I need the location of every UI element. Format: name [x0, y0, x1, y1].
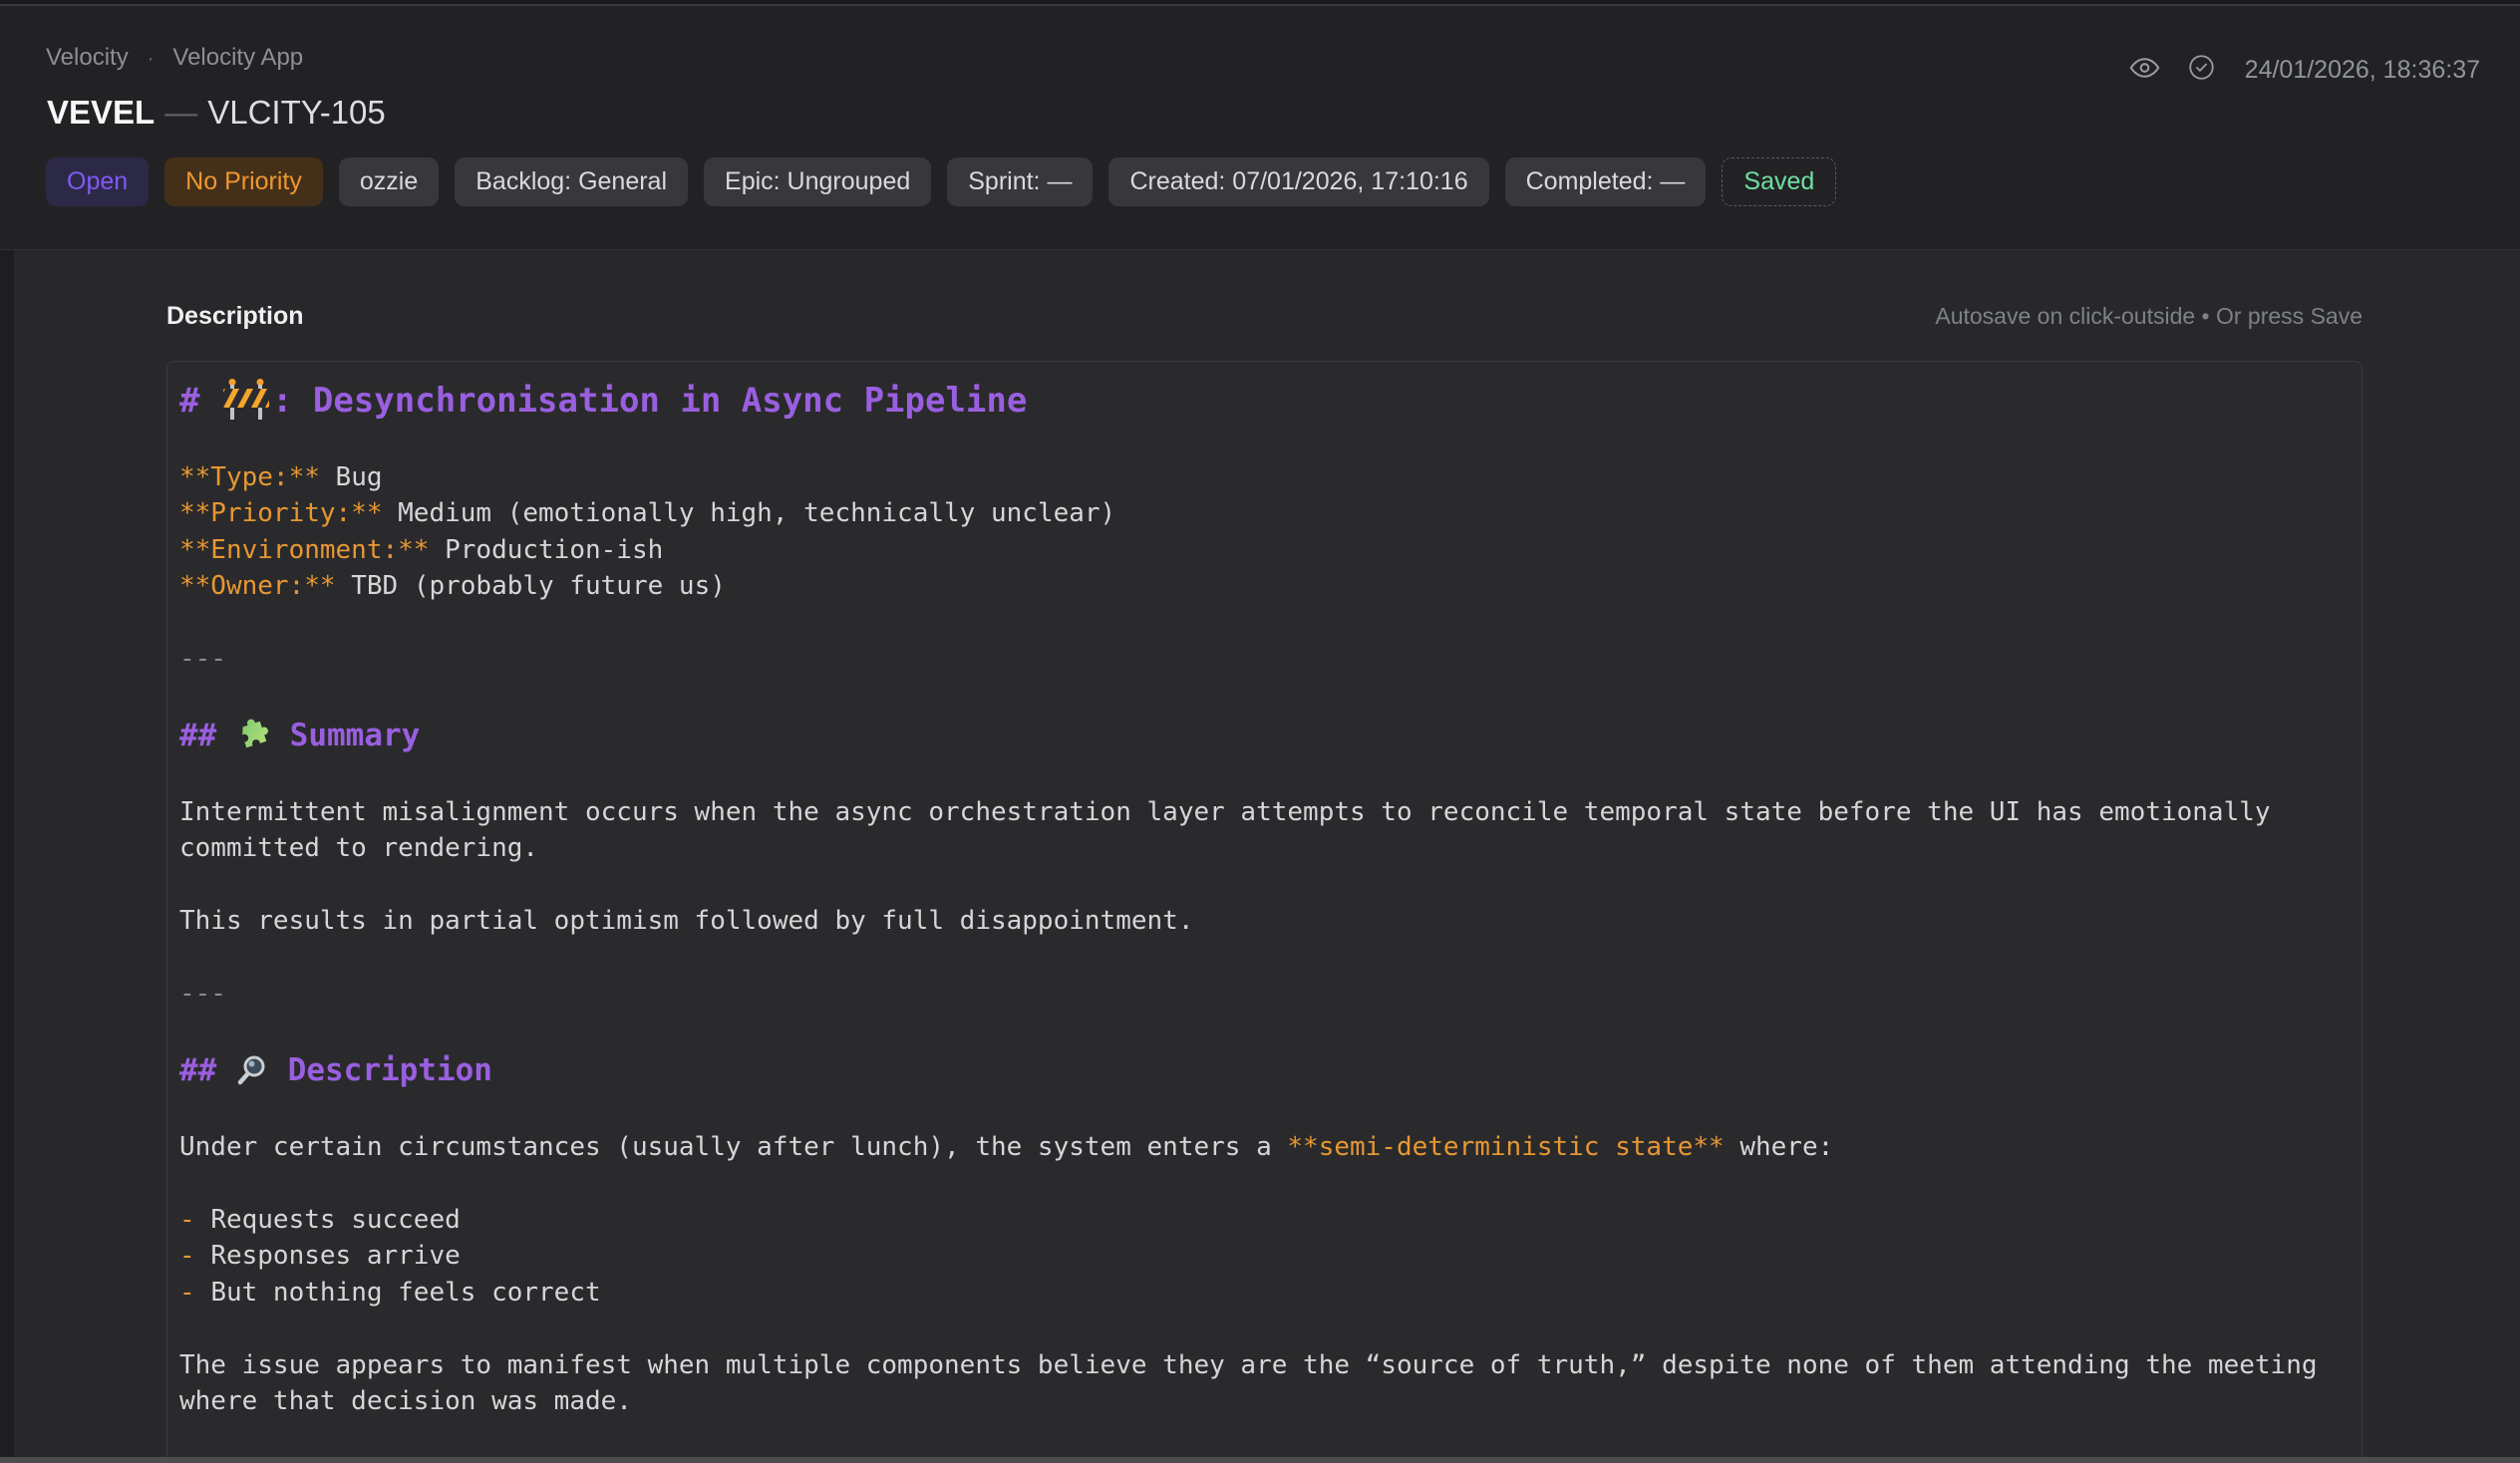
epic-pill[interactable]: Epic: Ungrouped	[704, 157, 931, 206]
editor-line-p: **Priority:** Medium (emotionally high, …	[179, 495, 2350, 532]
breadcrumb-separator: ·	[148, 48, 155, 70]
editor-line-p: Intermittent misalignment occurs when th…	[179, 794, 2350, 867]
editor-text-segment: Summary	[271, 718, 420, 753]
editor-text-segment: **semi-deterministic state**	[1287, 1132, 1724, 1162]
editor-text-segment: Responses arrive	[210, 1241, 460, 1271]
editor-line-blank	[179, 940, 2350, 977]
sprint-pill[interactable]: Sprint: —	[947, 157, 1093, 206]
description-section-title: Description	[166, 302, 304, 331]
editor-line-h2: ## Description	[179, 1048, 2350, 1092]
current-timestamp: 24/01/2026, 18:36:37	[2245, 56, 2480, 85]
header-meta: 24/01/2026, 18:36:37	[2129, 54, 2480, 86]
editor-text-segment: This results in partial optimism followe…	[179, 906, 1193, 936]
editor-line-p: The issue appears to manifest when multi…	[179, 1347, 2350, 1420]
issue-body: Description Autosave on click-outside • …	[0, 249, 2520, 1457]
magnifier-emoji	[235, 1053, 269, 1087]
editor-line-p: **Environment:** Production-ish	[179, 532, 2350, 569]
breadcrumb-project[interactable]: Velocity	[46, 44, 129, 71]
editor-line-blank	[179, 757, 2350, 794]
check-circle-icon[interactable]	[2188, 54, 2215, 86]
editor-text-segment: ##	[179, 718, 235, 753]
issue-header: Velocity · Velocity App 24/01/2026, 18:36:…	[0, 6, 2520, 247]
editor-text-segment: **Owner:**	[179, 571, 336, 601]
puzzle-emoji	[235, 717, 271, 752]
watch-icon[interactable]	[2129, 56, 2160, 85]
editor-line-p: This results in partial optimism followe…	[179, 903, 2350, 940]
editor-line-li: - Responses arrive	[179, 1238, 2350, 1275]
editor-text-segment: Medium (emotionally high, technically un…	[383, 498, 1116, 528]
status-pill[interactable]: Open	[46, 157, 149, 206]
breadcrumb: Velocity · Velocity App	[46, 44, 303, 72]
description-header-row: Description Autosave on click-outside • …	[166, 250, 2362, 331]
editor-text-segment: Production-ish	[429, 535, 663, 565]
editor-text-segment: **Type:**	[179, 462, 320, 492]
saved-pill[interactable]: Saved	[1722, 157, 1836, 206]
editor-text-segment: ---	[179, 979, 226, 1009]
issue-page: Velocity · Velocity App 24/01/2026, 18:36:…	[0, 0, 2520, 1463]
editor-text-segment: -	[179, 1241, 210, 1271]
construction-emoji	[220, 377, 272, 421]
editor-text-segment: Requests succeed	[210, 1205, 460, 1235]
editor-text-segment: ##	[179, 1052, 235, 1088]
completed-pill[interactable]: Completed: —	[1505, 157, 1707, 206]
backlog-pill[interactable]: Backlog: General	[455, 157, 688, 206]
editor-text-segment: -	[179, 1205, 210, 1235]
editor-text-segment: Under certain circumstances (usually aft…	[179, 1132, 1287, 1162]
project-key: VEVEL	[47, 94, 155, 131]
editor-line-h1: # : Desynchronisation in Async Pipeline	[179, 377, 2350, 423]
priority-pill[interactable]: No Priority	[164, 157, 323, 206]
left-gutter	[0, 250, 14, 1457]
editor-text-segment: **Priority:**	[179, 498, 383, 528]
editor-text-segment: Bug	[320, 462, 383, 492]
editor-line-blank	[179, 1013, 2350, 1049]
editor-line-p: ---	[179, 641, 2350, 678]
editor-text-segment: Intermittent misalignment occurs when th…	[179, 797, 2286, 864]
editor-line-p: **Owner:** TBD (probably future us)	[179, 568, 2350, 605]
issue-meta-pills: Open No Priority ozzie Backlog: General Epic…	[46, 157, 1836, 206]
editor-line-p: Under certain circumstances (usually aft…	[179, 1129, 2350, 1166]
assignee-pill[interactable]: ozzie	[339, 157, 439, 206]
autosave-hint: Autosave on click-outside • Or press Sav…	[1935, 303, 2362, 330]
editor-line-li: - But nothing feels correct	[179, 1275, 2350, 1312]
editor-text-segment: The issue appears to manifest when multi…	[179, 1350, 2333, 1417]
editor-text-segment: **Environment:**	[179, 535, 429, 565]
editor-line-h2: ## Summary	[179, 714, 2350, 757]
issue-key: VLCITY-105	[207, 94, 386, 131]
description-editor[interactable]: # : Desynchronisation in Async Pipeline …	[166, 361, 2362, 1457]
editor-line-blank	[179, 1092, 2350, 1129]
editor-line-blank	[179, 1165, 2350, 1202]
editor-line-p: ---	[179, 976, 2350, 1013]
editor-line-blank	[179, 605, 2350, 642]
issue-title: VEVEL— VLCITY-105	[47, 94, 386, 132]
editor-text-segment: TBD (probably future us)	[336, 571, 726, 601]
description-section: Description Autosave on click-outside • …	[166, 250, 2362, 1457]
editor-line-blank	[179, 423, 2350, 459]
editor-text-segment: ---	[179, 644, 226, 674]
editor-line-p: **Type:** Bug	[179, 459, 2350, 496]
editor-line-blank	[179, 678, 2350, 715]
editor-text-segment: #	[179, 381, 220, 421]
created-pill[interactable]: Created: 07/01/2026, 17:10:16	[1108, 157, 1488, 206]
editor-line-blank	[179, 867, 2350, 904]
editor-text-segment: where:	[1725, 1132, 1834, 1162]
title-separator: —	[164, 94, 197, 131]
editor-text-segment: : Desynchronisation in Async Pipeline	[272, 381, 1027, 421]
editor-text-segment: -	[179, 1278, 210, 1308]
editor-text-segment: But nothing feels correct	[210, 1278, 600, 1308]
breadcrumb-app[interactable]: Velocity App	[172, 44, 303, 71]
editor-line-li: - Requests succeed	[179, 1202, 2350, 1239]
editor-text-segment: Description	[269, 1052, 492, 1088]
editor-line-blank	[179, 1311, 2350, 1347]
bottom-scrollbar[interactable]	[0, 1457, 2520, 1463]
